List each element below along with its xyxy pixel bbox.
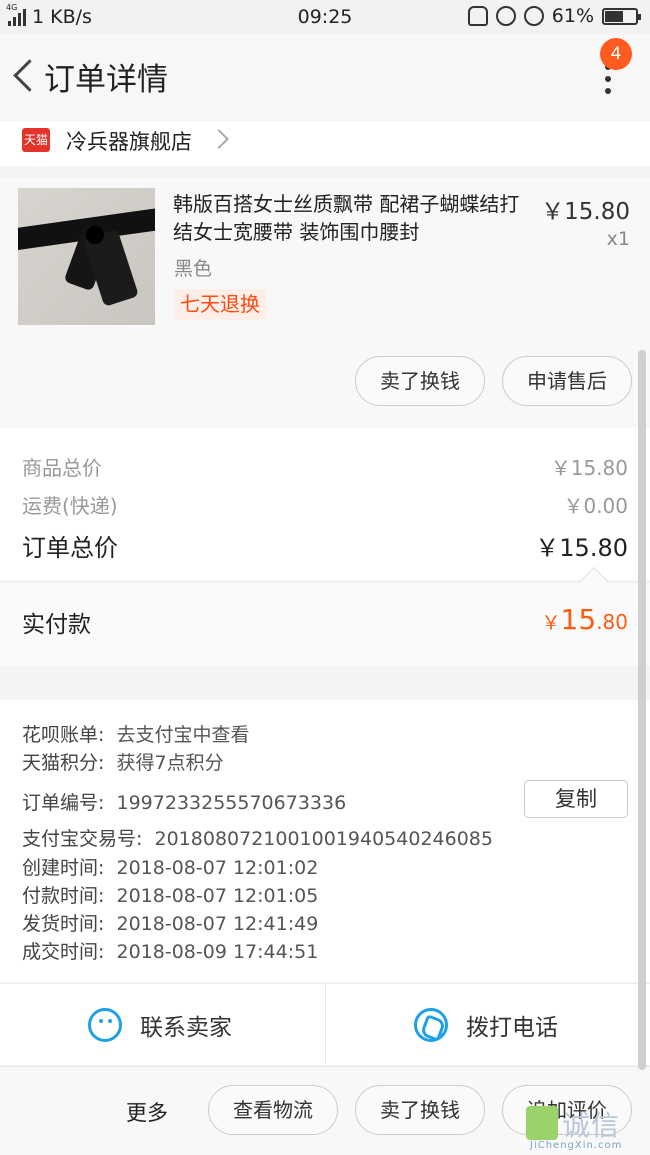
- order-total-row: 订单总价 ￥15.80: [22, 528, 628, 562]
- back-icon[interactable]: [10, 56, 40, 96]
- subtotal-row: 商品总价 ￥15.80: [22, 452, 628, 484]
- points-row: 天猫积分: 获得7点积分: [22, 752, 224, 774]
- product-title[interactable]: 韩版百搭女士丝质飘带 配裙子蝴蝶结打结女士宽腰带 装饰围巾腰封: [173, 190, 533, 246]
- amount-paid-row: 实付款 ￥15.80: [0, 566, 650, 666]
- product-price: ￥15.80: [541, 199, 630, 225]
- bottom-action-bar: 更多 查看物流 卖了换钱 追加评价: [0, 1066, 650, 1155]
- mute-icon: [467, 6, 488, 26]
- chat-icon: [88, 1008, 122, 1042]
- phone-icon: [414, 1008, 448, 1042]
- contact-seller-button[interactable]: 联系卖家: [0, 984, 325, 1066]
- order-total-value: ￥15.80: [535, 534, 628, 562]
- battery-percent: 61%: [551, 5, 594, 27]
- product-quantity: x1: [606, 228, 630, 250]
- contact-seller-label: 联系卖家: [140, 1015, 232, 1041]
- price-summary: 商品总价 ￥15.80 运费(快递) ￥0.00 订单总价 ￥15.80: [0, 428, 650, 580]
- paid-time-row: 付款时间: 2018-08-07 12:01:05: [22, 885, 319, 907]
- order-number-row: 订单编号: 1997233255570673336: [22, 792, 347, 814]
- status-icons: 61%: [467, 5, 641, 27]
- after-sale-button[interactable]: 申请售后: [502, 356, 632, 406]
- return-policy-tag: 七天退换: [174, 289, 266, 320]
- view-logistics-button[interactable]: 查看物流: [208, 1085, 338, 1135]
- amount-paid-value: ￥15.80: [541, 603, 628, 636]
- subtotal-label: 商品总价: [22, 456, 102, 480]
- created-time-row: 创建时间: 2018-08-07 12:01:02: [22, 857, 319, 879]
- alipay-trade-row: 支付宝交易号: 2018080721001001940540246085: [22, 828, 493, 850]
- header: 订单详情 4: [0, 34, 650, 122]
- sell-again-button[interactable]: 卖了换钱: [355, 1085, 485, 1135]
- product-image[interactable]: [18, 188, 155, 325]
- order-total-label: 订单总价: [22, 534, 118, 562]
- order-info: 花呗账单: 去支付宝中查看 天猫积分: 获得7点积分 订单编号: 1997233…: [0, 700, 650, 982]
- shop-name: 冷兵器旗舰店: [66, 130, 192, 154]
- battery-icon: [602, 7, 641, 25]
- amount-paid-label: 实付款: [22, 612, 91, 638]
- shipped-time-row: 发货时间: 2018-08-07 12:41:49: [22, 913, 319, 935]
- shipping-label: 运费(快递): [22, 494, 118, 518]
- page-title: 订单详情: [44, 62, 168, 98]
- more-button[interactable]: 更多: [126, 1097, 168, 1127]
- copy-button[interactable]: 复制: [524, 780, 628, 818]
- shipping-row: 运费(快递) ￥0.00: [22, 490, 628, 522]
- contact-bar: 联系卖家 拨打电话: [0, 983, 650, 1066]
- shipping-value: ￥0.00: [563, 494, 628, 518]
- status-bar: 4G 1 KB/s 09:25 61%: [0, 0, 650, 34]
- product-card: 韩版百搭女士丝质飘带 配裙子蝴蝶结打结女士宽腰带 装饰围巾腰封 ￥15.80 x…: [0, 178, 650, 428]
- more-dots-icon[interactable]: [598, 64, 618, 104]
- rotation-lock-icon: [495, 6, 516, 26]
- chevron-right-icon: [209, 129, 229, 149]
- scrollbar[interactable]: [638, 350, 646, 1070]
- sell-button[interactable]: 卖了换钱: [355, 356, 485, 406]
- product-variant: 黑色: [174, 258, 213, 280]
- tmall-logo: 天猫: [22, 128, 50, 152]
- subtotal-value: ￥15.80: [550, 456, 628, 480]
- shop-row[interactable]: 天猫 冷兵器旗舰店: [0, 122, 650, 166]
- completed-time-row: 成交时间: 2018-08-09 17:44:51: [22, 941, 319, 963]
- call-button[interactable]: 拨打电话: [325, 984, 650, 1066]
- call-label: 拨打电话: [466, 1015, 558, 1041]
- huabei-row[interactable]: 花呗账单: 去支付宝中查看: [22, 720, 250, 747]
- alarm-icon: [523, 6, 544, 26]
- notification-badge: 4: [600, 38, 632, 70]
- add-review-button[interactable]: 追加评价: [502, 1085, 632, 1135]
